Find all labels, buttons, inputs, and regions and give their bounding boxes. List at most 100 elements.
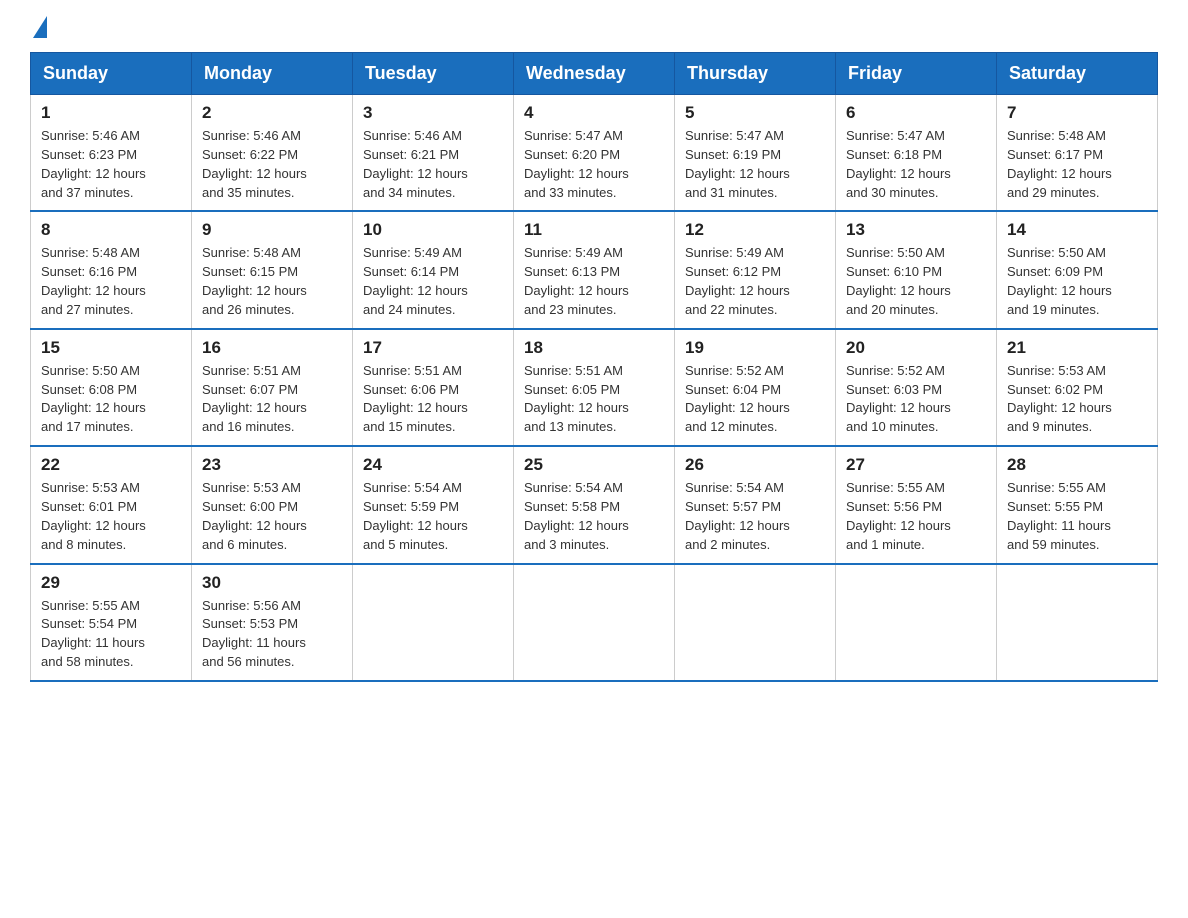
day-number: 1 [41,103,181,123]
calendar-cell: 16 Sunrise: 5:51 AMSunset: 6:07 PMDayligh… [192,329,353,446]
day-number: 19 [685,338,825,358]
calendar-cell: 25 Sunrise: 5:54 AMSunset: 5:58 PMDayligh… [514,446,675,563]
day-info: Sunrise: 5:50 AMSunset: 6:08 PMDaylight:… [41,362,181,437]
day-info: Sunrise: 5:55 AMSunset: 5:56 PMDaylight:… [846,479,986,554]
weekday-header-monday: Monday [192,53,353,95]
day-number: 4 [524,103,664,123]
day-info: Sunrise: 5:53 AMSunset: 6:00 PMDaylight:… [202,479,342,554]
calendar-cell: 21Sunrise: 5:53 AMSunset: 6:02 PMDayligh… [997,329,1158,446]
page-header [30,20,1158,34]
day-number: 17 [363,338,503,358]
day-number: 8 [41,220,181,240]
day-number: 23 [202,455,342,475]
day-info: Sunrise: 5:55 AMSunset: 5:54 PMDaylight:… [41,597,181,672]
calendar-cell: 27 Sunrise: 5:55 AMSunset: 5:56 PMDayligh… [836,446,997,563]
day-number: 20 [846,338,986,358]
day-number: 30 [202,573,342,593]
calendar-cell [353,564,514,681]
day-number: 18 [524,338,664,358]
day-number: 6 [846,103,986,123]
weekday-header-row: SundayMondayTuesdayWednesdayThursdayFrid… [31,53,1158,95]
calendar-cell [514,564,675,681]
day-number: 10 [363,220,503,240]
calendar-cell: 9 Sunrise: 5:48 AMSunset: 6:15 PMDaylight… [192,211,353,328]
weekday-header-thursday: Thursday [675,53,836,95]
calendar-week-row: 29 Sunrise: 5:55 AMSunset: 5:54 PMDayligh… [31,564,1158,681]
calendar-cell: 18 Sunrise: 5:51 AMSunset: 6:05 PMDayligh… [514,329,675,446]
calendar-cell: 12Sunrise: 5:49 AMSunset: 6:12 PMDayligh… [675,211,836,328]
day-number: 16 [202,338,342,358]
day-info: Sunrise: 5:47 AMSunset: 6:19 PMDaylight:… [685,127,825,202]
day-info: Sunrise: 5:48 AMSunset: 6:16 PMDaylight:… [41,244,181,319]
day-info: Sunrise: 5:54 AMSunset: 5:58 PMDaylight:… [524,479,664,554]
day-info: Sunrise: 5:49 AMSunset: 6:14 PMDaylight:… [363,244,503,319]
day-number: 28 [1007,455,1147,475]
day-number: 3 [363,103,503,123]
day-info: Sunrise: 5:47 AMSunset: 6:18 PMDaylight:… [846,127,986,202]
day-number: 25 [524,455,664,475]
weekday-header-friday: Friday [836,53,997,95]
day-info: Sunrise: 5:54 AMSunset: 5:57 PMDaylight:… [685,479,825,554]
day-info: Sunrise: 5:46 AMSunset: 6:23 PMDaylight:… [41,127,181,202]
day-info: Sunrise: 5:48 AMSunset: 6:17 PMDaylight:… [1007,127,1147,202]
calendar-cell: 19Sunrise: 5:52 AMSunset: 6:04 PMDayligh… [675,329,836,446]
day-info: Sunrise: 5:51 AMSunset: 6:06 PMDaylight:… [363,362,503,437]
day-info: Sunrise: 5:49 AMSunset: 6:12 PMDaylight:… [685,244,825,319]
day-info: Sunrise: 5:52 AMSunset: 6:03 PMDaylight:… [846,362,986,437]
day-number: 7 [1007,103,1147,123]
calendar-week-row: 15 Sunrise: 5:50 AMSunset: 6:08 PMDayligh… [31,329,1158,446]
calendar-cell: 6 Sunrise: 5:47 AMSunset: 6:18 PMDaylight… [836,95,997,212]
day-number: 29 [41,573,181,593]
calendar-cell [675,564,836,681]
calendar-cell: 13 Sunrise: 5:50 AMSunset: 6:10 PMDayligh… [836,211,997,328]
day-info: Sunrise: 5:50 AMSunset: 6:10 PMDaylight:… [846,244,986,319]
day-info: Sunrise: 5:54 AMSunset: 5:59 PMDaylight:… [363,479,503,554]
calendar-cell: 1 Sunrise: 5:46 AMSunset: 6:23 PMDaylight… [31,95,192,212]
calendar-week-row: 22 Sunrise: 5:53 AMSunset: 6:01 PMDayligh… [31,446,1158,563]
calendar-cell: 17 Sunrise: 5:51 AMSunset: 6:06 PMDayligh… [353,329,514,446]
day-info: Sunrise: 5:56 AMSunset: 5:53 PMDaylight:… [202,597,342,672]
calendar-cell: 28Sunrise: 5:55 AMSunset: 5:55 PMDayligh… [997,446,1158,563]
calendar-cell: 8 Sunrise: 5:48 AMSunset: 6:16 PMDaylight… [31,211,192,328]
day-info: Sunrise: 5:50 AMSunset: 6:09 PMDaylight:… [1007,244,1147,319]
day-number: 11 [524,220,664,240]
calendar-cell: 11 Sunrise: 5:49 AMSunset: 6:13 PMDayligh… [514,211,675,328]
day-number: 26 [685,455,825,475]
day-info: Sunrise: 5:53 AMSunset: 6:01 PMDaylight:… [41,479,181,554]
calendar-table: SundayMondayTuesdayWednesdayThursdayFrid… [30,52,1158,682]
day-info: Sunrise: 5:51 AMSunset: 6:05 PMDaylight:… [524,362,664,437]
day-number: 9 [202,220,342,240]
calendar-week-row: 8 Sunrise: 5:48 AMSunset: 6:16 PMDaylight… [31,211,1158,328]
calendar-cell: 29 Sunrise: 5:55 AMSunset: 5:54 PMDayligh… [31,564,192,681]
logo [30,20,49,34]
calendar-cell: 14Sunrise: 5:50 AMSunset: 6:09 PMDayligh… [997,211,1158,328]
day-number: 22 [41,455,181,475]
weekday-header-tuesday: Tuesday [353,53,514,95]
calendar-cell: 23 Sunrise: 5:53 AMSunset: 6:00 PMDayligh… [192,446,353,563]
calendar-cell: 26 Sunrise: 5:54 AMSunset: 5:57 PMDayligh… [675,446,836,563]
day-info: Sunrise: 5:46 AMSunset: 6:21 PMDaylight:… [363,127,503,202]
day-info: Sunrise: 5:47 AMSunset: 6:20 PMDaylight:… [524,127,664,202]
day-number: 5 [685,103,825,123]
day-info: Sunrise: 5:49 AMSunset: 6:13 PMDaylight:… [524,244,664,319]
calendar-cell: 4 Sunrise: 5:47 AMSunset: 6:20 PMDaylight… [514,95,675,212]
weekday-header-wednesday: Wednesday [514,53,675,95]
day-number: 21 [1007,338,1147,358]
day-info: Sunrise: 5:48 AMSunset: 6:15 PMDaylight:… [202,244,342,319]
calendar-cell: 10 Sunrise: 5:49 AMSunset: 6:14 PMDayligh… [353,211,514,328]
weekday-header-saturday: Saturday [997,53,1158,95]
day-info: Sunrise: 5:51 AMSunset: 6:07 PMDaylight:… [202,362,342,437]
weekday-header-sunday: Sunday [31,53,192,95]
calendar-cell: 15 Sunrise: 5:50 AMSunset: 6:08 PMDayligh… [31,329,192,446]
calendar-cell: 24 Sunrise: 5:54 AMSunset: 5:59 PMDayligh… [353,446,514,563]
day-number: 15 [41,338,181,358]
calendar-cell: 22 Sunrise: 5:53 AMSunset: 6:01 PMDayligh… [31,446,192,563]
calendar-cell: 5 Sunrise: 5:47 AMSunset: 6:19 PMDaylight… [675,95,836,212]
calendar-cell [997,564,1158,681]
day-number: 13 [846,220,986,240]
day-number: 24 [363,455,503,475]
calendar-cell: 20 Sunrise: 5:52 AMSunset: 6:03 PMDayligh… [836,329,997,446]
calendar-cell: 7 Sunrise: 5:48 AMSunset: 6:17 PMDaylight… [997,95,1158,212]
calendar-week-row: 1 Sunrise: 5:46 AMSunset: 6:23 PMDaylight… [31,95,1158,212]
day-number: 27 [846,455,986,475]
